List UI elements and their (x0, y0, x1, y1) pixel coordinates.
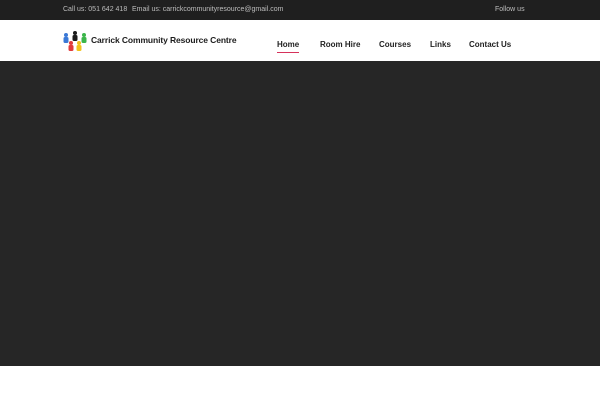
logo-text: Carrick Community Resource Centre (91, 35, 237, 45)
nav-item-courses[interactable]: Courses (379, 40, 411, 49)
phone-contact[interactable]: Call us: 051 642 418 (63, 6, 127, 13)
community-figures-icon (63, 31, 87, 51)
nav-item-contact-us[interactable]: Contact Us (469, 40, 511, 49)
site-header: Carrick Community Resource Centre Home R… (0, 20, 600, 61)
site-logo[interactable]: Carrick Community Resource Centre (62, 30, 237, 52)
email-contact[interactable]: Email us: carrickcommunityresource@gmail… (132, 6, 283, 13)
content-area (0, 366, 600, 400)
nav-item-links[interactable]: Links (430, 40, 451, 49)
active-nav-indicator (277, 52, 300, 53)
nav-item-room-hire[interactable]: Room Hire (320, 40, 360, 49)
nav-item-home[interactable]: Home (277, 40, 300, 53)
top-info-bar: Call us: 051 642 418 Email us: carrickco… (0, 0, 600, 20)
hero-banner (0, 61, 600, 366)
nav-label-home: Home (277, 40, 300, 49)
follow-us-link[interactable]: Follow us (495, 6, 525, 13)
